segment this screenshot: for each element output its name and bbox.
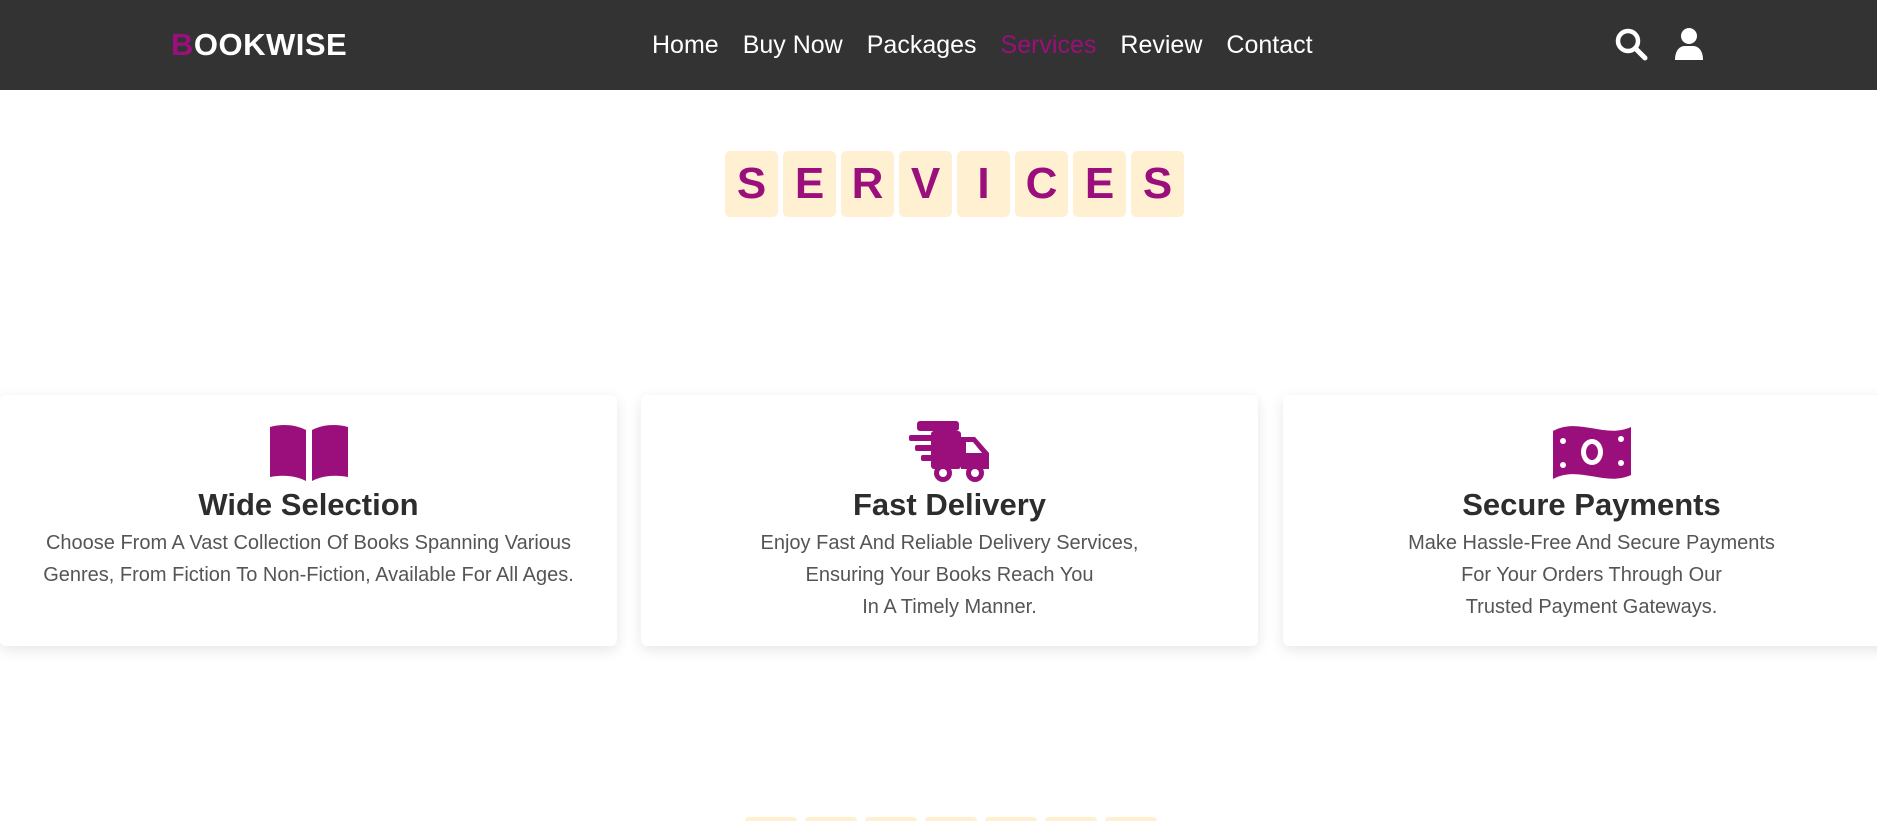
title-letter: E: [1073, 151, 1126, 217]
title-letter: I: [957, 151, 1010, 217]
service-card-wide-selection: Wide Selection Choose From A Vast Collec…: [0, 395, 617, 646]
title-tile: [1045, 817, 1097, 821]
nav-buy-now[interactable]: Buy Now: [743, 26, 843, 64]
title-tile: [745, 817, 797, 821]
title-tile: [805, 817, 857, 821]
card-title: Secure Payments: [1462, 487, 1721, 522]
title-tile: [925, 817, 977, 821]
nav-contact[interactable]: Contact: [1226, 26, 1312, 64]
logo[interactable]: BOOKWISE: [171, 25, 347, 65]
nav-services[interactable]: Services: [1001, 26, 1097, 64]
service-card-secure-payments: Secure Payments Make Hassle-Free And Sec…: [1283, 395, 1877, 646]
main-nav: Home Buy Now Packages Services Review Co…: [652, 26, 1313, 64]
search-icon[interactable]: [1614, 27, 1648, 61]
logo-text: OOKWISE: [193, 27, 348, 62]
title-tile: [865, 817, 917, 821]
card-description: Choose From A Vast Collection Of Books S…: [43, 532, 574, 586]
title-tile: [1105, 817, 1157, 821]
truck-icon: [908, 421, 991, 483]
book-icon: [268, 421, 350, 483]
card-title: Fast Delivery: [853, 487, 1046, 522]
card-description: Make Hassle-Free And Secure Payments For…: [1408, 532, 1775, 618]
next-section-title-tiles: [745, 817, 1157, 821]
title-letter: C: [1015, 151, 1068, 217]
title-letter: S: [725, 151, 778, 217]
title-letter: E: [783, 151, 836, 217]
card-description: Enjoy Fast And Reliable Delivery Service…: [760, 532, 1139, 618]
card-title: Wide Selection: [198, 487, 419, 522]
title-letter: R: [841, 151, 894, 217]
title-tile: [985, 817, 1037, 821]
navbar: BOOKWISE Home Buy Now Packages Services …: [0, 0, 1877, 90]
nav-home[interactable]: Home: [652, 26, 719, 64]
section-title: S E R V I C E S: [725, 151, 1184, 217]
money-icon: [1551, 421, 1633, 483]
service-card-fast-delivery: Fast Delivery Enjoy Fast And Reliable De…: [641, 395, 1258, 646]
nav-packages[interactable]: Packages: [867, 26, 977, 64]
title-letter: V: [899, 151, 952, 217]
logo-first-letter: B: [171, 27, 194, 62]
user-icon[interactable]: [1674, 27, 1704, 61]
nav-review[interactable]: Review: [1120, 26, 1202, 64]
title-letter: S: [1131, 151, 1184, 217]
